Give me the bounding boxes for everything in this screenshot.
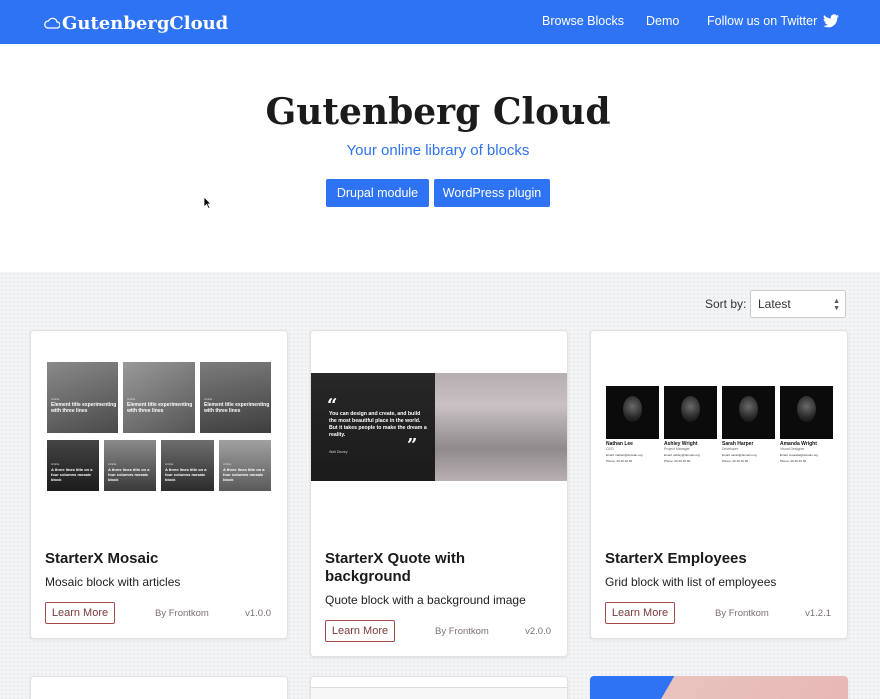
- tile-tag: Article: [127, 397, 136, 401]
- card-version: v1.2.1: [805, 608, 831, 619]
- card-author: By Frontkom: [435, 626, 489, 637]
- block-card-quote[interactable]: “ You can design and create, and build t…: [310, 330, 568, 657]
- quote-author: Walt Disney: [329, 450, 348, 454]
- nav-follow-twitter[interactable]: Follow us on Twitter: [707, 14, 840, 28]
- tile-tag: Article: [165, 462, 174, 466]
- mosaic-tile: Article A three lines title on a four co…: [219, 440, 271, 491]
- card-description: Mosaic block with articles: [45, 575, 181, 589]
- employee-photo: [606, 386, 659, 439]
- employee-item: Amanda Wright Visual Designer Email: ama…: [780, 386, 833, 463]
- logo-text: GutenbergCloud: [62, 12, 229, 34]
- nav-browse-blocks[interactable]: Browse Blocks: [542, 14, 624, 28]
- block-card-partial[interactable]: [590, 676, 848, 699]
- employee-email: Email: sarah@domain.org: [722, 453, 757, 457]
- employee-role: CEO: [606, 447, 614, 451]
- tile-tag: Article: [204, 397, 213, 401]
- close-quote-icon: ”: [407, 435, 418, 456]
- tile-text: Element title experimenting with three l…: [51, 402, 117, 414]
- employee-photo: [664, 386, 717, 439]
- sort-selected-value: Latest: [758, 297, 791, 311]
- card-author: By Frontkom: [715, 608, 769, 619]
- employee-photo: [722, 386, 775, 439]
- tile-text: Element title experimenting with three l…: [127, 402, 193, 414]
- employee-phone: Phone: 20 40 20 50: [780, 459, 807, 463]
- page-title: Gutenberg Cloud: [265, 91, 611, 133]
- tile-tag: Article: [51, 397, 60, 401]
- quote-background-photo: [435, 373, 567, 481]
- card-description: Grid block with list of employees: [605, 575, 777, 589]
- nav-demo[interactable]: Demo: [646, 14, 679, 28]
- card-title[interactable]: StarterX Quote with background: [325, 550, 545, 586]
- card-title[interactable]: StarterX Mosaic: [45, 550, 158, 568]
- employee-role: Visual Designer: [780, 447, 805, 451]
- employee-phone: Phone: 20 40 20 50: [664, 459, 691, 463]
- mosaic-tile: Article Element title experimenting with…: [47, 362, 118, 433]
- sort-label: Sort by:: [705, 297, 747, 311]
- employee-phone: Phone: 20 40 20 50: [722, 459, 749, 463]
- twitter-bird-icon: [823, 14, 840, 28]
- employee-email: Email: ashley@domain.org: [664, 453, 700, 457]
- tile-text: A three lines title on a four columns mo…: [223, 467, 265, 482]
- employee-item: Sarah Harper Developer Email: sarah@doma…: [722, 386, 775, 463]
- tile-text: Element title experimenting with three l…: [204, 402, 270, 414]
- employee-email: Email: amanda@domain.org: [780, 453, 819, 457]
- tile-tag: Article: [108, 462, 117, 466]
- mosaic-tile: Article A three lines title on a four co…: [47, 440, 99, 491]
- tile-tag: Article: [223, 462, 232, 466]
- top-navigation-bar: GutenbergCloud Browse Blocks Demo Follow…: [0, 0, 880, 44]
- nav-twitter-label: Follow us on Twitter: [707, 14, 818, 28]
- drupal-module-button[interactable]: Drupal module: [326, 179, 429, 207]
- learn-more-button[interactable]: Learn More: [325, 620, 395, 642]
- cloud-icon: [44, 17, 60, 29]
- card-author: By Frontkom: [155, 608, 209, 619]
- card-version: v2.0.0: [525, 626, 551, 637]
- tile-tag: Article: [51, 462, 60, 466]
- card-thumbnail: [311, 687, 567, 699]
- site-logo[interactable]: GutenbergCloud: [44, 11, 228, 35]
- page-subtitle: Your online library of blocks: [346, 142, 530, 159]
- mouse-cursor-icon: [203, 196, 212, 209]
- card-version: v1.0.0: [245, 608, 271, 619]
- block-card-employees[interactable]: Nathan Lee CEO Email: nathan@domain.org …: [590, 330, 848, 639]
- employee-phone: Phone: 20 40 20 50: [606, 459, 633, 463]
- tile-text: A three lines title on a four columns mo…: [108, 467, 150, 482]
- mosaic-tile: Article Element title experimenting with…: [200, 362, 271, 433]
- mosaic-tile: Article A three lines title on a four co…: [161, 440, 214, 491]
- learn-more-button[interactable]: Learn More: [45, 602, 115, 624]
- employee-item: Ashley Wright Project Manager Email: ash…: [664, 386, 717, 463]
- employee-item: Nathan Lee CEO Email: nathan@domain.org …: [606, 386, 659, 463]
- mosaic-tile: Article Element title experimenting with…: [123, 362, 195, 433]
- tile-text: A three lines title on a four columns mo…: [51, 467, 93, 482]
- employee-role: Project Manager: [664, 447, 690, 451]
- employee-email: Email: nathan@domain.org: [606, 453, 643, 457]
- select-arrows-icon: ▲ ▼: [833, 298, 840, 312]
- employee-photo: [780, 386, 833, 439]
- card-description: Quote block with a background image: [325, 593, 526, 607]
- block-card-mosaic[interactable]: Article Element title experimenting with…: [30, 330, 288, 639]
- block-card-partial[interactable]: [310, 676, 568, 699]
- mosaic-tile: Article A three lines title on a four co…: [104, 440, 156, 491]
- learn-more-button[interactable]: Learn More: [605, 602, 675, 624]
- block-card-partial[interactable]: [30, 676, 288, 699]
- quote-thumbnail: “ You can design and create, and build t…: [311, 373, 567, 481]
- sort-select[interactable]: Latest ▲ ▼: [750, 290, 846, 318]
- card-title[interactable]: StarterX Employees: [605, 550, 747, 568]
- wordpress-plugin-button[interactable]: WordPress plugin: [434, 179, 550, 207]
- employee-role: Developer: [722, 447, 738, 451]
- tile-text: A three lines title on a four columns mo…: [165, 467, 207, 482]
